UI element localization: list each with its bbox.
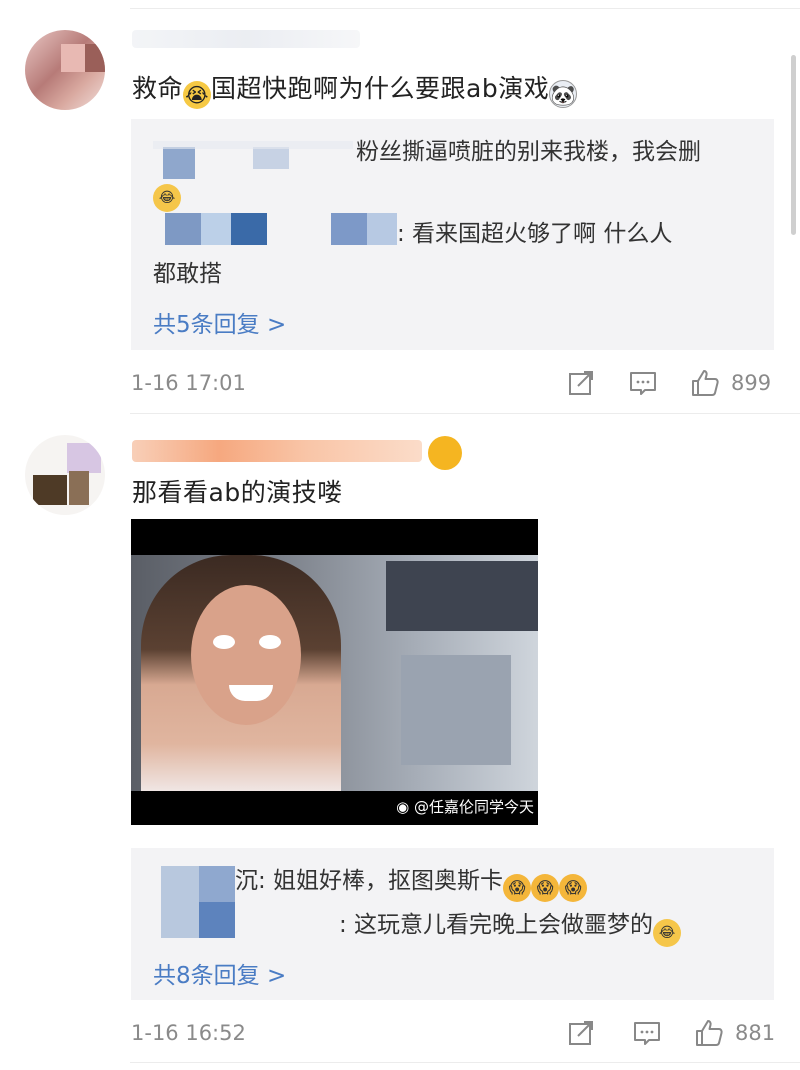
reply-box[interactable]: 粉丝撕逼喷脏的别来我楼，我会删 😂 : 看来国超火够了啊 什么人 都敢搭 共5条… xyxy=(131,119,774,350)
reply-username-blurred[interactable] xyxy=(153,211,425,247)
avatar[interactable] xyxy=(25,30,105,110)
screaming-face-icon: 😱 xyxy=(503,874,532,902)
vip-badge-icon xyxy=(428,436,462,470)
tears-of-joy-icon: 😂 xyxy=(153,184,181,212)
screaming-face-icon: 😱 xyxy=(531,874,560,902)
reply-text: : 看来国超火够了啊 什么人 xyxy=(397,221,673,247)
share-icon[interactable] xyxy=(565,367,597,399)
avatar[interactable] xyxy=(25,435,105,515)
reply-username-blurred[interactable] xyxy=(161,866,235,938)
reply-text: 沉: 姐姐好棒，抠图奥斯卡 😱 😱 😱 xyxy=(235,862,588,902)
bottom-divider xyxy=(130,1062,800,1063)
reply-box[interactable]: 沉: 姐姐好棒，抠图奥斯卡 😱 😱 😱 : 这玩意儿看完晚上会做噩梦的 😂 共8条回复 … xyxy=(131,848,774,1000)
timestamp: 1-16 16:52 xyxy=(131,1021,246,1045)
loudly-crying-face-icon: 😭 xyxy=(183,81,212,109)
scrollbar[interactable] xyxy=(791,55,796,235)
reply-text: : 这玩意儿看完晚上会做噩梦的 😂 xyxy=(339,906,682,947)
image-watermark: ◉ @任嘉伦同学今天 xyxy=(396,798,534,816)
comment-icon[interactable] xyxy=(627,367,659,399)
tears-of-joy-icon: 😂 xyxy=(653,919,682,947)
comment-divider xyxy=(130,413,800,414)
reply-username-blurred[interactable] xyxy=(153,135,353,179)
comment-image[interactable]: ◉ @任嘉伦同学今天 xyxy=(131,519,538,825)
share-icon[interactable] xyxy=(565,1017,597,1049)
panda-face-icon: 🐼 xyxy=(549,80,578,108)
reply-emoji-line: 😂 xyxy=(153,171,181,212)
like-count: 899 xyxy=(731,371,772,395)
reply-text-continued: 都敢搭 xyxy=(153,261,222,287)
comment-text: 那看看ab的演技喽 xyxy=(132,478,343,507)
comment-icon[interactable] xyxy=(631,1017,663,1049)
comment-text: 救命 😭国超快跑啊为什么要跟ab演戏🐼 xyxy=(132,74,578,109)
thumbs-up-icon[interactable] xyxy=(693,1017,725,1049)
comment-meta: 1-16 17:01 899 xyxy=(131,363,774,403)
like-count: 881 xyxy=(735,1021,776,1045)
top-divider xyxy=(130,8,800,9)
timestamp: 1-16 17:01 xyxy=(131,371,246,395)
view-all-replies-link[interactable]: 共8条回复 > xyxy=(153,956,286,990)
screaming-face-icon: 😱 xyxy=(559,874,588,902)
reply-text: 粉丝撕逼喷脏的别来我楼，我会删 xyxy=(356,139,701,165)
thumbs-up-icon[interactable] xyxy=(689,367,721,399)
username-blurred[interactable] xyxy=(132,30,360,48)
username-blurred[interactable] xyxy=(132,440,422,462)
weibo-logo-icon: ◉ xyxy=(396,798,410,816)
meme-image xyxy=(131,555,538,791)
view-all-replies-link[interactable]: 共5条回复 > xyxy=(153,305,286,339)
comment-meta: 1-16 16:52 881 xyxy=(131,1013,776,1053)
